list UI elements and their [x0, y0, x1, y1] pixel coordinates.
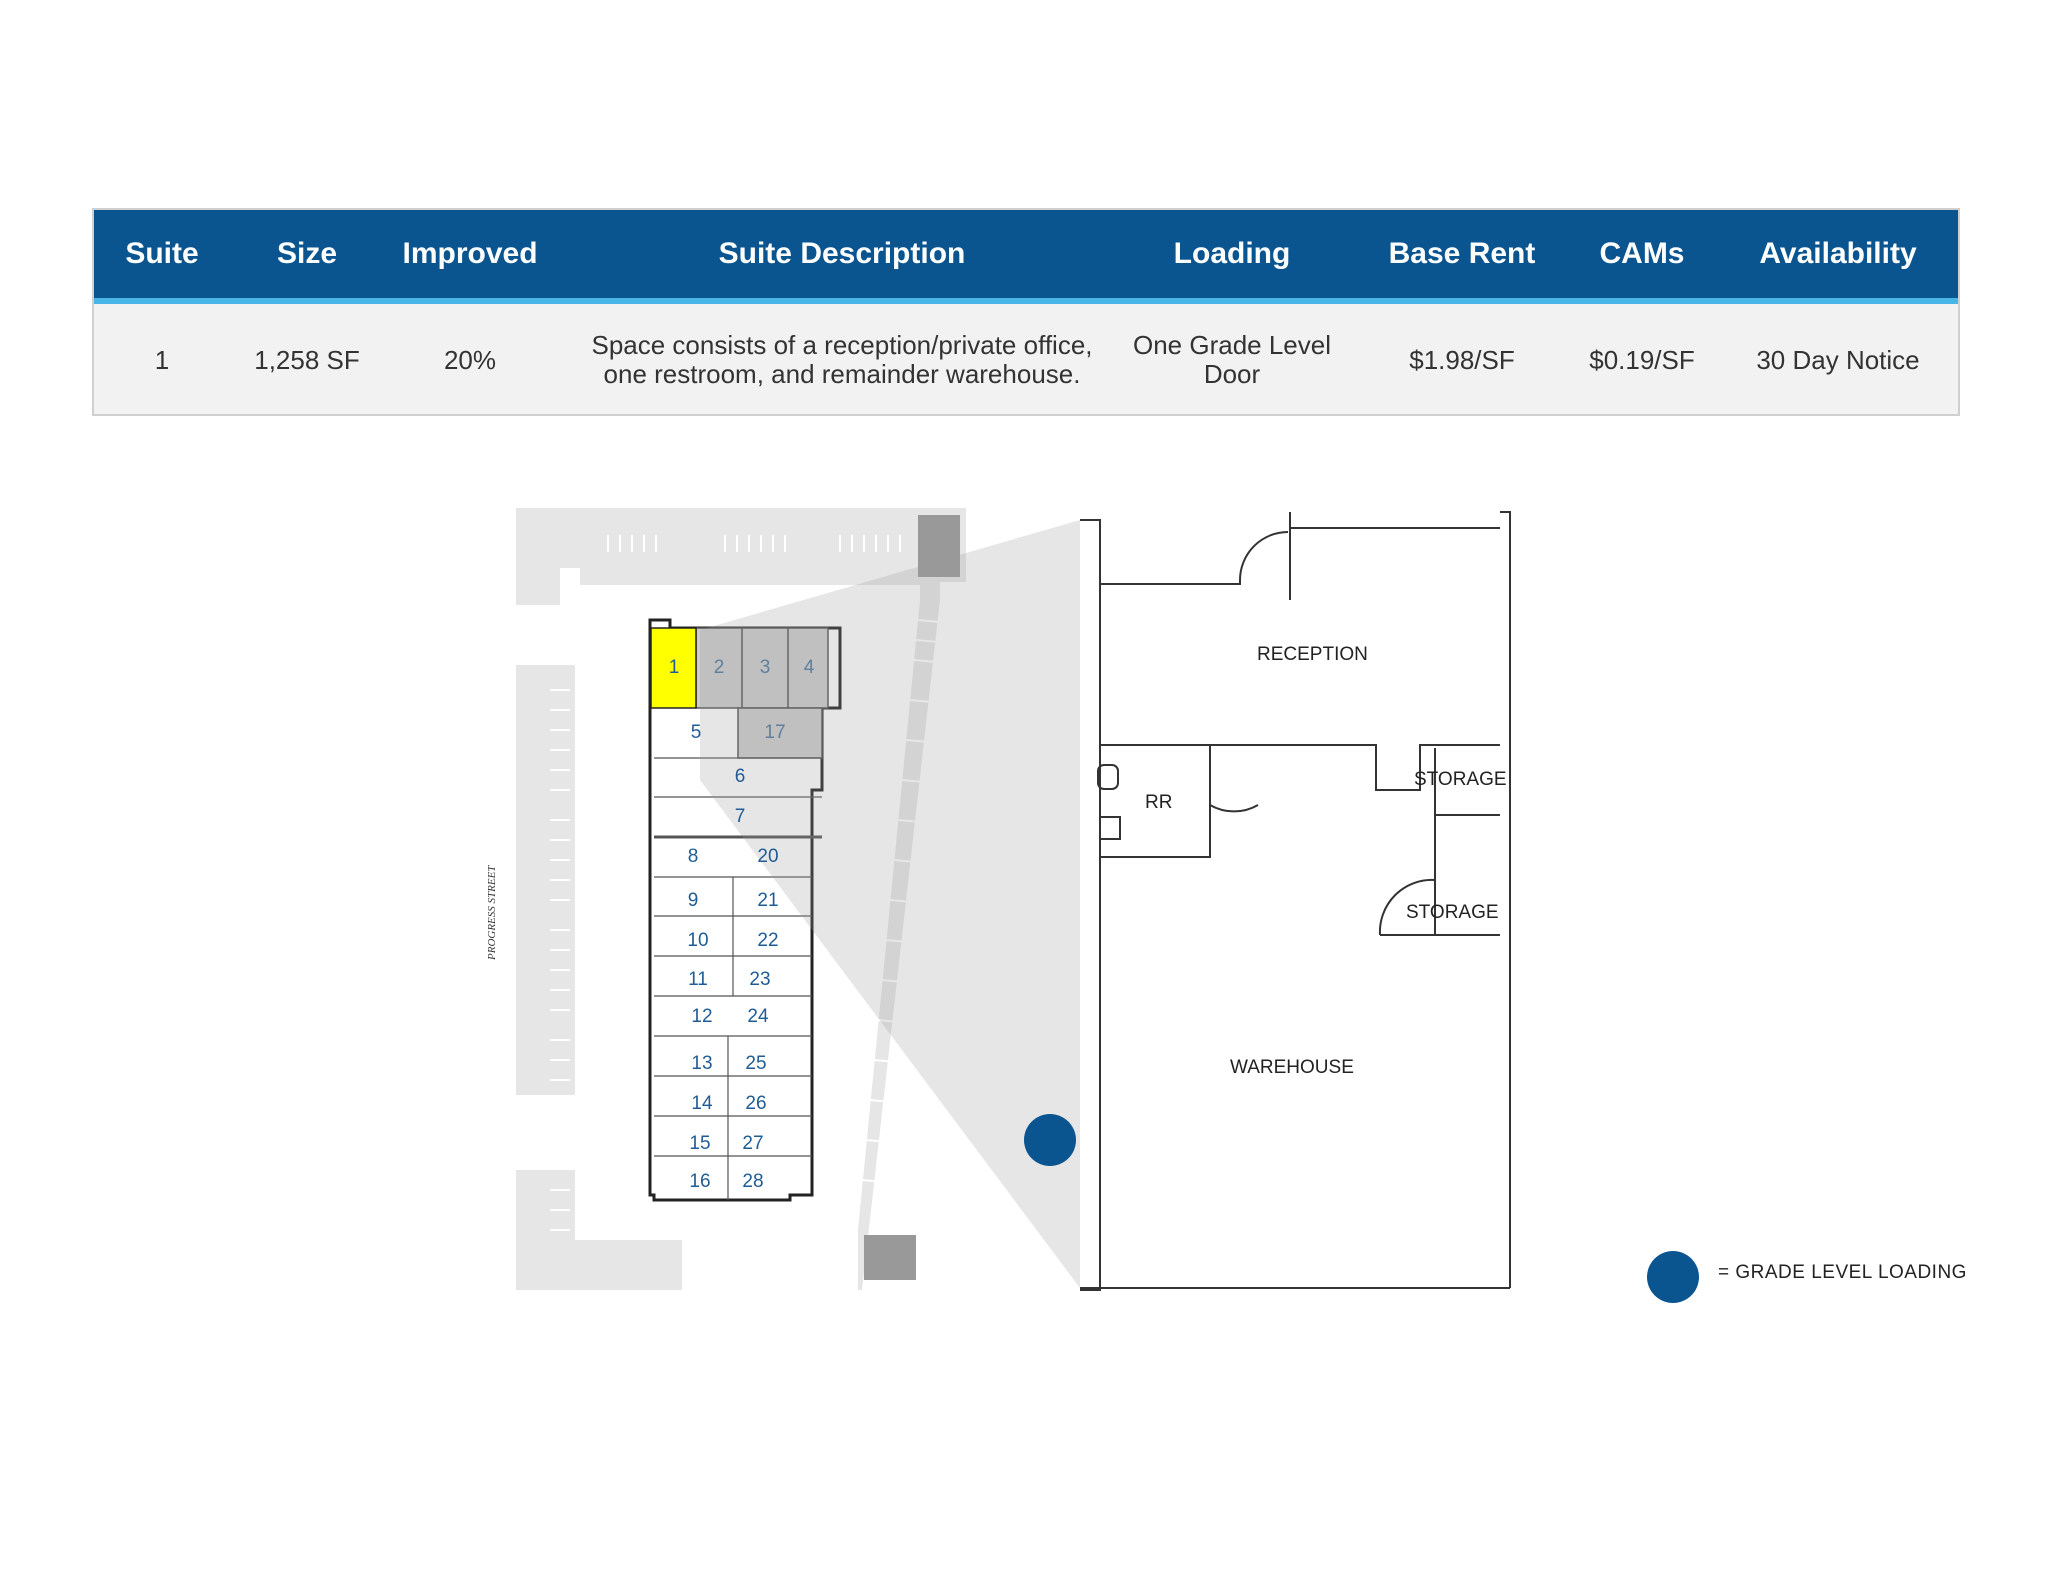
- suite-number-22: 22: [757, 930, 778, 951]
- suite-number-14: 14: [691, 1093, 713, 1114]
- suite-number-27: 27: [742, 1133, 763, 1154]
- suite-number-13: 13: [691, 1053, 712, 1074]
- suite-number-16: 16: [689, 1171, 710, 1192]
- suite-number-25: 25: [745, 1053, 766, 1074]
- grade-level-door-marker: [1024, 1114, 1076, 1166]
- suite-number-20: 20: [757, 846, 778, 867]
- legend-label: = GRADE LEVEL LOADING: [1718, 1262, 1967, 1283]
- floor-plan-west-wall: [1080, 519, 1101, 1291]
- room-storage-1: STORAGE: [1414, 769, 1507, 790]
- suite-number-2: 2: [714, 657, 725, 678]
- street-label: PROGRESS STREET: [486, 865, 498, 961]
- suite-number-3: 3: [760, 657, 771, 678]
- suite-number-7: 7: [735, 806, 746, 827]
- suite-number-21: 21: [757, 890, 778, 911]
- suite-number-9: 9: [688, 890, 699, 911]
- plans-drawing: PROGRESS STREET 1 2 3 45 17678 209 2110 2211 231…: [486, 508, 1511, 1291]
- suite-number-15: 15: [689, 1133, 710, 1154]
- room-storage-2: STORAGE: [1406, 902, 1499, 923]
- suite-number-17: 17: [764, 722, 785, 743]
- suite-number-8: 8: [688, 846, 699, 867]
- suite-number-5: 5: [691, 722, 702, 743]
- site-plan: PROGRESS STREET 1 2 3 45 17678 209 2110 2211 231…: [486, 508, 1080, 1290]
- room-reception: RECEPTION: [1257, 644, 1368, 665]
- suite-number-23: 23: [749, 969, 770, 990]
- suite-number-26: 26: [745, 1093, 766, 1114]
- suite-number-12: 12: [691, 1006, 712, 1027]
- suite-number-4: 4: [804, 657, 815, 678]
- dumpster-south: [864, 1235, 916, 1280]
- suite-number-6: 6: [735, 766, 746, 787]
- floor-plan: [1080, 511, 1511, 1291]
- legend-dot: [1647, 1251, 1699, 1303]
- suite-number-1: 1: [669, 657, 680, 678]
- floor-plan-east-wall: [1500, 511, 1511, 1288]
- suite-number-24: 24: [747, 1006, 769, 1027]
- suite-number-10: 10: [687, 930, 708, 951]
- room-rr: RR: [1145, 792, 1172, 813]
- suite-number-11: 11: [688, 969, 708, 990]
- room-warehouse: WAREHOUSE: [1230, 1057, 1354, 1078]
- suite-number-28: 28: [742, 1171, 763, 1192]
